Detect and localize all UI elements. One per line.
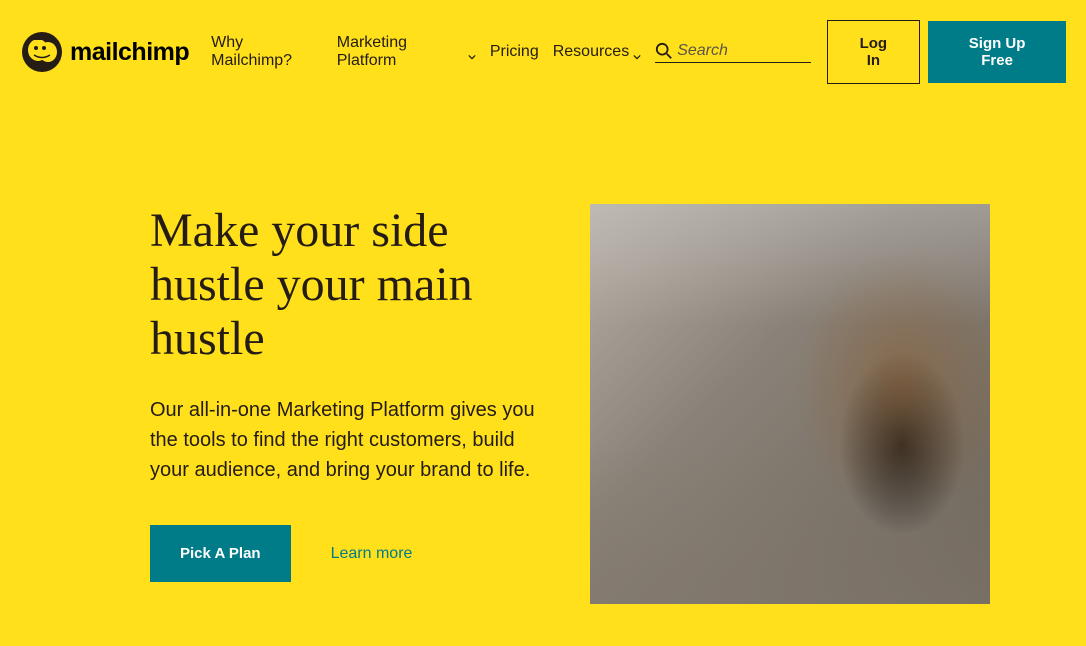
logo-icon <box>20 30 64 74</box>
chevron-down-icon <box>468 48 476 56</box>
signup-button[interactable]: Sign Up Free <box>928 21 1066 83</box>
nav-label: Resources <box>553 43 629 61</box>
brand-logo[interactable]: mailchimp <box>20 30 189 74</box>
site-header: mailchimp Why Mailchimp? Marketing Platf… <box>0 0 1086 84</box>
login-button[interactable]: Log In <box>827 20 921 84</box>
hero-title: Make your side hustle your main hustle <box>150 204 540 365</box>
nav-label: Why Mailchimp? <box>211 34 323 70</box>
nav-why-mailchimp[interactable]: Why Mailchimp? <box>211 34 323 70</box>
primary-nav: Why Mailchimp? Marketing Platform Pricin… <box>211 34 641 70</box>
search-icon <box>655 42 673 60</box>
search-bar[interactable] <box>655 42 810 63</box>
nav-resources[interactable]: Resources <box>553 43 641 61</box>
hero-subtitle: Our all-in-one Marketing Platform gives … <box>150 395 540 485</box>
nav-marketing-platform[interactable]: Marketing Platform <box>337 34 476 70</box>
nav-label: Pricing <box>490 43 539 61</box>
hero-content: Make your side hustle your main hustle O… <box>150 204 540 604</box>
learn-more-link[interactable]: Learn more <box>331 545 413 563</box>
search-input[interactable] <box>677 42 810 60</box>
hero-image <box>590 204 990 604</box>
pick-plan-button[interactable]: Pick A Plan <box>150 525 291 582</box>
hero-actions: Pick A Plan Learn more <box>150 525 540 582</box>
nav-pricing[interactable]: Pricing <box>490 43 539 61</box>
nav-label: Marketing Platform <box>337 34 464 70</box>
hero-section: Make your side hustle your main hustle O… <box>0 84 1086 604</box>
photo-placeholder <box>590 204 990 604</box>
brand-name: mailchimp <box>70 38 189 67</box>
chevron-down-icon <box>633 48 641 56</box>
